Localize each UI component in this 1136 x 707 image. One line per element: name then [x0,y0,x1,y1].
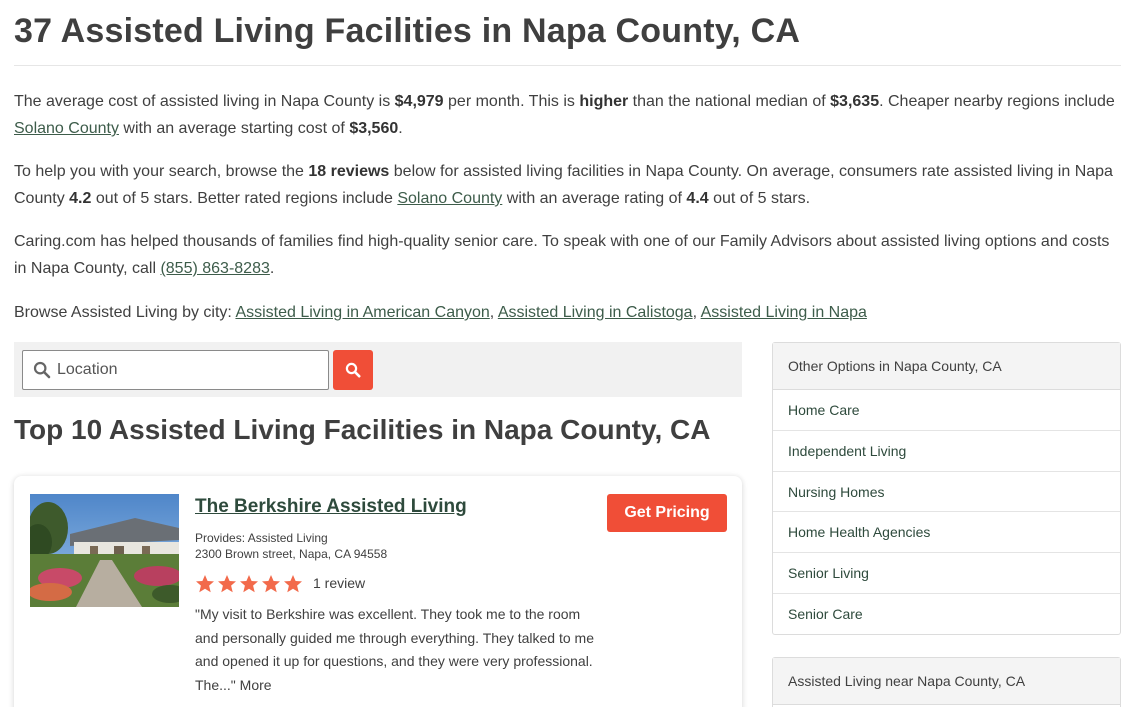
city-link-calistoga[interactable]: Assisted Living in Calistoga [498,304,693,321]
intro-reviews-paragraph: To help you with your search, browse the… [14,163,1113,207]
facility-card: The Berkshire Assisted Living Provides: … [14,476,742,707]
location-search-field[interactable] [22,350,329,390]
sidebar-item-home-health-agencies[interactable]: Home Health Agencies [773,512,1120,554]
star-icon [284,575,302,593]
sidebar-item-nursing-homes[interactable]: Nursing Homes [773,472,1120,513]
more-link[interactable]: More [240,677,272,693]
sidebar-item-senior-living[interactable]: Senior Living [773,553,1120,594]
avg-cost: $4,979 [394,93,444,110]
sidebar-item-home-care[interactable]: Home Care [773,390,1120,431]
search-icon [345,362,361,378]
phone-link[interactable]: (855) 863-8283 [160,260,269,277]
page-title: 37 Assisted Living Facilities in Napa Co… [14,12,801,50]
city-link-american-canyon[interactable]: Assisted Living in American Canyon [235,304,489,321]
review-excerpt: "My visit to Berkshire was excellent. Th… [195,606,594,693]
review-count[interactable]: 1 review [313,575,365,591]
reviews-count: 18 reviews [308,163,390,180]
facility-name-link[interactable]: The Berkshire Assisted Living [195,496,467,518]
sidebar-item-independent-living[interactable]: Independent Living [773,431,1120,472]
other-options-panel: Other Options in Napa County, CA Home Ca… [772,342,1121,635]
cost-comparison: higher [579,93,629,110]
better-rating: 4.4 [686,190,709,207]
location-search-input[interactable] [57,351,325,389]
listing-heading: Top 10 Assisted Living Facilities in Nap… [14,414,711,445]
other-options-title: Other Options in Napa County, CA [773,343,1120,390]
better-region-link[interactable]: Solano County [397,190,502,207]
facility-services: Provides: Assisted Living [195,531,328,545]
cheaper-region-link[interactable]: Solano County [14,120,119,137]
other-options-list: Home Care Independent Living Nursing Hom… [773,390,1120,635]
star-icon [240,575,258,593]
star-icon [196,575,214,593]
get-pricing-button[interactable]: Get Pricing [607,494,727,532]
location-search-bar [14,342,742,397]
intro-advisor-paragraph: Caring.com has helped thousands of famil… [14,233,1110,277]
facility-address: 2300 Brown street, Napa, CA 94558 [195,547,388,561]
intro-cost-paragraph: The average cost of assisted living in N… [14,93,1115,137]
avg-rating: 4.2 [69,190,92,207]
cheaper-cost: $3,560 [349,120,399,137]
title-divider [14,65,1121,66]
nearby-panel-title: Assisted Living near Napa County, CA [773,658,1120,705]
city-link-napa[interactable]: Assisted Living in Napa [701,304,867,321]
star-icon [262,575,280,593]
browse-by-city: Browse Assisted Living by city: Assisted… [14,304,867,321]
facility-photo-image [30,494,179,607]
search-icon [33,361,51,379]
star-icon [218,575,236,593]
facility-photo[interactable] [30,494,179,607]
sidebar-item-senior-care[interactable]: Senior Care [773,594,1120,635]
star-rating [195,574,305,594]
nearby-panel: Assisted Living near Napa County, CA [772,657,1121,707]
search-button[interactable] [333,350,373,390]
national-median: $3,635 [830,93,880,110]
